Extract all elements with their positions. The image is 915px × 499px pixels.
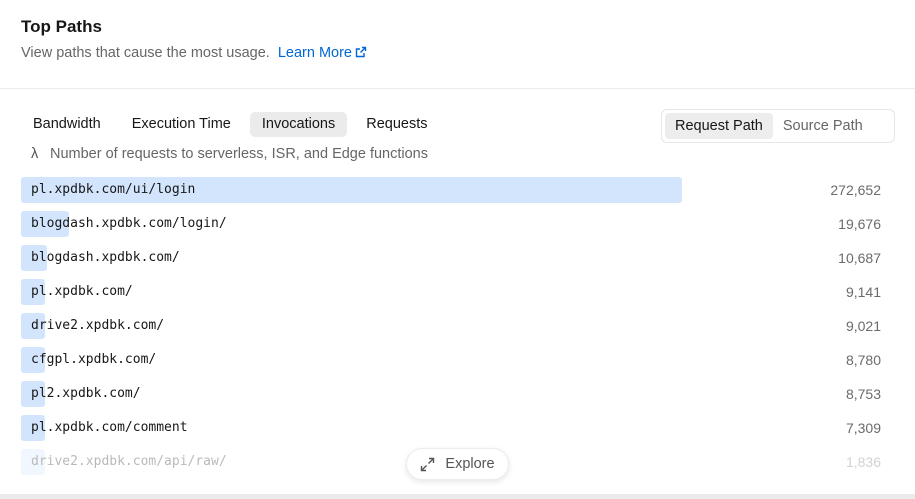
path-label: blogdash.xpdbk.com/login/	[31, 216, 227, 231]
path-row[interactable]: blogdash.xpdbk.com/10,687	[21, 245, 885, 279]
path-count: 9,141	[845, 284, 881, 300]
path-label: drive2.xpdbk.com/api/raw/	[31, 454, 227, 469]
lambda-icon: λ	[31, 146, 39, 162]
path-count: 1,836	[845, 454, 881, 470]
path-label: pl.xpdbk.com/	[31, 284, 133, 299]
expand-icon	[421, 457, 435, 471]
description-text: Number of requests to serverless, ISR, a…	[50, 146, 428, 162]
tab-requests[interactable]: Requests	[354, 112, 439, 137]
path-label: blogdash.xpdbk.com/	[31, 250, 180, 265]
metric-tabs: Bandwidth Execution Time Invocations Req…	[21, 112, 446, 137]
page-title: Top Paths	[21, 17, 102, 36]
path-label: drive2.xpdbk.com/	[31, 318, 165, 333]
top-paths-header: Top Paths View paths that cause the most…	[0, 0, 915, 89]
path-row[interactable]: pl.xpdbk.com/comment 7,309	[21, 415, 885, 449]
subtitle-text: View paths that cause the most usage.	[21, 45, 270, 61]
request-path-option[interactable]: Request Path	[665, 113, 773, 139]
path-count: 10,687	[838, 250, 881, 266]
bottom-divider	[0, 494, 915, 499]
path-count: 8,753	[845, 386, 881, 402]
path-label: pl2.xpdbk.com/	[31, 386, 141, 401]
learn-more-label: Learn More	[277, 45, 352, 61]
source-path-option[interactable]: Source Path	[773, 113, 873, 139]
subtitle: View paths that cause the most usage. Le…	[21, 45, 367, 62]
metric-description: λ Number of requests to serverless, ISR, …	[31, 146, 428, 162]
path-row[interactable]: drive2.xpdbk.com/9,021	[21, 313, 885, 347]
tab-execution-time[interactable]: Execution Time	[120, 112, 243, 137]
path-row[interactable]: pl.xpdbk.com/9,141	[21, 279, 885, 313]
learn-more-link[interactable]: Learn More	[278, 45, 367, 61]
path-count: 19,676	[838, 216, 881, 232]
external-link-icon	[355, 46, 367, 62]
tab-invocations[interactable]: Invocations	[249, 112, 348, 137]
path-row[interactable]: pl.xpdbk.com/ui/login 272,652	[21, 177, 885, 211]
path-row[interactable]: cfgpl.xpdbk.com/8,780	[21, 347, 885, 381]
path-label: pl.xpdbk.com/comment	[31, 420, 188, 435]
path-label: cfgpl.xpdbk.com/	[31, 352, 157, 367]
tab-bandwidth[interactable]: Bandwidth	[21, 112, 113, 137]
explore-label: Explore	[445, 456, 495, 472]
path-label: pl.xpdbk.com/ui/login	[31, 182, 196, 197]
path-count: 8,780	[845, 352, 881, 368]
path-type-toggle: Request Path Source Path	[661, 109, 895, 143]
path-count: 272,652	[830, 182, 881, 198]
path-count: 7,309	[845, 420, 881, 436]
explore-button[interactable]: Explore	[406, 448, 509, 480]
path-row[interactable]: blogdash.xpdbk.com/login/19,676	[21, 211, 885, 245]
top-paths-list: pl.xpdbk.com/ui/login 272,652 blogdash.xpd…	[21, 177, 885, 483]
path-count: 9,021	[845, 318, 881, 334]
path-row[interactable]: pl2.xpdbk.com/8,753	[21, 381, 885, 415]
